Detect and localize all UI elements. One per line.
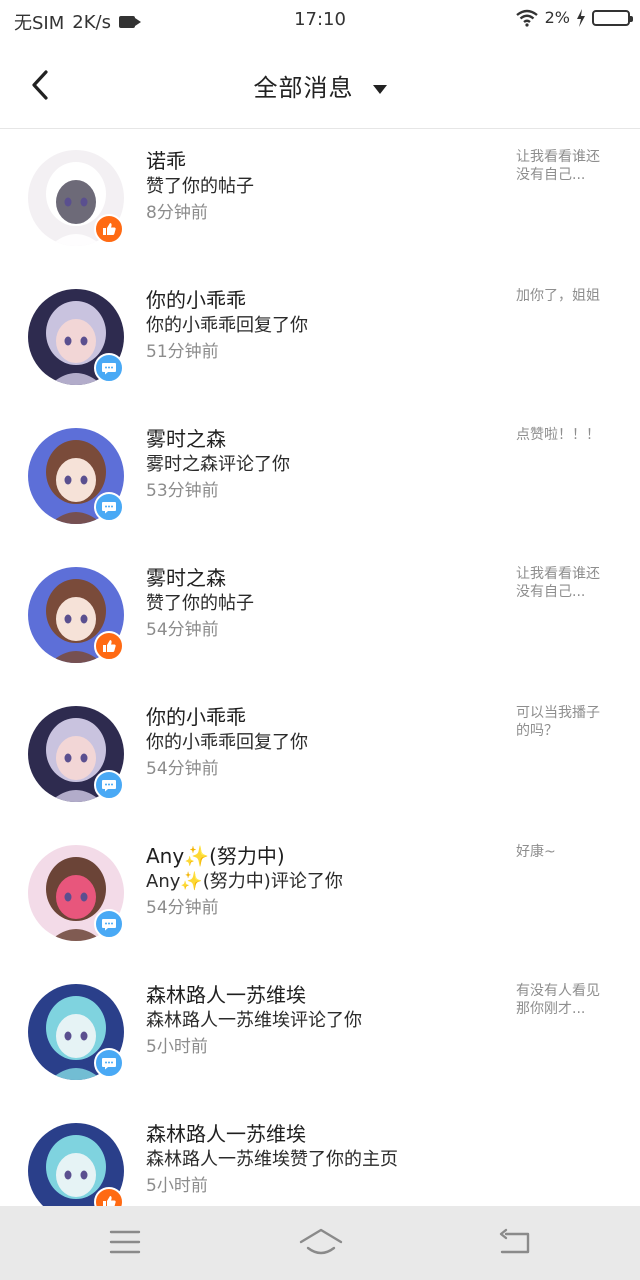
message-item[interactable]: 诺乖 赞了你的帖子 8分钟前 让我看看谁还没有自己...: [0, 128, 640, 267]
battery-percent: 2%: [544, 8, 570, 27]
page-title: 全部消息: [253, 74, 354, 102]
message-time: 51分钟前: [146, 342, 219, 362]
caret-down-icon: [372, 85, 387, 94]
message-action: 你的小乖乖回复了你: [146, 732, 308, 753]
message-action: Any✨(努力中)评论了你: [146, 871, 343, 892]
title-dropdown[interactable]: 全部消息: [0, 68, 640, 103]
message-item[interactable]: Any✨(努力中) Any✨(努力中)评论了你 54分钟前 好康~: [0, 823, 640, 962]
sender-name[interactable]: 雾时之森: [146, 562, 226, 591]
post-preview[interactable]: 可以当我播子的吗？: [516, 704, 612, 740]
chat-bubble-icon: [101, 777, 117, 793]
like-badge: [94, 631, 124, 661]
message-action: 森林路人一苏维埃赞了你的主页: [146, 1149, 398, 1170]
message-list[interactable]: 诺乖 赞了你的帖子 8分钟前 让我看看谁还没有自己... 你的小乖乖 你的小乖乖…: [0, 128, 640, 1206]
message-time: 8分钟前: [146, 203, 208, 223]
charging-bolt-icon: [577, 8, 585, 27]
sender-name[interactable]: 你的小乖乖: [146, 284, 246, 313]
comment-badge: [94, 1048, 124, 1078]
message-time: 5小时前: [146, 1176, 208, 1196]
post-preview[interactable]: 让我看看谁还没有自己...: [516, 148, 612, 184]
home-button[interactable]: [298, 1224, 344, 1260]
status-right: 2%: [515, 8, 633, 27]
comment-badge: [94, 353, 124, 383]
battery-icon: [592, 9, 633, 26]
message-item[interactable]: 森林路人一苏维埃 森林路人一苏维埃赞了你的主页 5小时前: [0, 1101, 640, 1206]
like-badge: [94, 214, 124, 244]
thumbs-up-icon: [101, 221, 117, 237]
sender-name[interactable]: 雾时之森: [146, 423, 226, 452]
message-time: 54分钟前: [146, 759, 219, 779]
system-nav-bar: [0, 1206, 640, 1280]
sender-name[interactable]: Any✨(努力中): [146, 840, 285, 869]
return-button[interactable]: [496, 1224, 536, 1260]
sender-name[interactable]: 森林路人一苏维埃: [146, 979, 306, 1008]
chat-bubble-icon: [101, 360, 117, 376]
post-preview[interactable]: 点赞啦！！！: [516, 426, 612, 444]
message-item[interactable]: 森林路人一苏维埃 森林路人一苏维埃评论了你 5小时前 有没有人看见那你刚才...: [0, 962, 640, 1101]
comment-badge: [94, 909, 124, 939]
comment-badge: [94, 770, 124, 800]
wifi-icon: [515, 9, 538, 27]
chat-bubble-icon: [101, 916, 117, 932]
message-time: 54分钟前: [146, 620, 219, 640]
message-action: 赞了你的帖子: [146, 176, 254, 197]
thumbs-up-icon: [101, 638, 117, 654]
status-bar: 无SIM 2K/s 17:10 2%: [0, 0, 640, 42]
message-action: 赞了你的帖子: [146, 593, 254, 614]
post-preview[interactable]: 加你了，姐姐: [516, 287, 612, 305]
sender-name[interactable]: 你的小乖乖: [146, 701, 246, 730]
message-item[interactable]: 雾时之森 赞了你的帖子 54分钟前 让我看看谁还没有自己...: [0, 545, 640, 684]
message-item[interactable]: 你的小乖乖 你的小乖乖回复了你 54分钟前 可以当我播子的吗？: [0, 684, 640, 823]
message-item[interactable]: 雾时之森 雾时之森评论了你 53分钟前 点赞啦！！！: [0, 406, 640, 545]
message-time: 5小时前: [146, 1037, 208, 1057]
chat-bubble-icon: [101, 1055, 117, 1071]
post-preview[interactable]: 让我看看谁还没有自己...: [516, 565, 612, 601]
comment-badge: [94, 492, 124, 522]
message-time: 53分钟前: [146, 481, 219, 501]
message-action: 雾时之森评论了你: [146, 454, 290, 475]
thumbs-up-icon: [101, 1194, 117, 1206]
chat-bubble-icon: [101, 499, 117, 515]
nav-header: 全部消息: [0, 42, 640, 129]
sender-name[interactable]: 森林路人一苏维埃: [146, 1118, 306, 1147]
message-time: 54分钟前: [146, 898, 219, 918]
message-action: 森林路人一苏维埃评论了你: [146, 1010, 362, 1031]
post-preview[interactable]: 有没有人看见那你刚才...: [516, 982, 612, 1018]
sender-name[interactable]: 诺乖: [146, 145, 186, 174]
message-action: 你的小乖乖回复了你: [146, 315, 308, 336]
menu-button[interactable]: [105, 1224, 145, 1260]
home-icon: [299, 1228, 343, 1255]
message-item[interactable]: 你的小乖乖 你的小乖乖回复了你 51分钟前 加你了，姐姐: [0, 267, 640, 406]
return-icon: [499, 1228, 530, 1254]
menu-icon: [109, 1230, 141, 1254]
post-preview[interactable]: 好康~: [516, 843, 612, 861]
